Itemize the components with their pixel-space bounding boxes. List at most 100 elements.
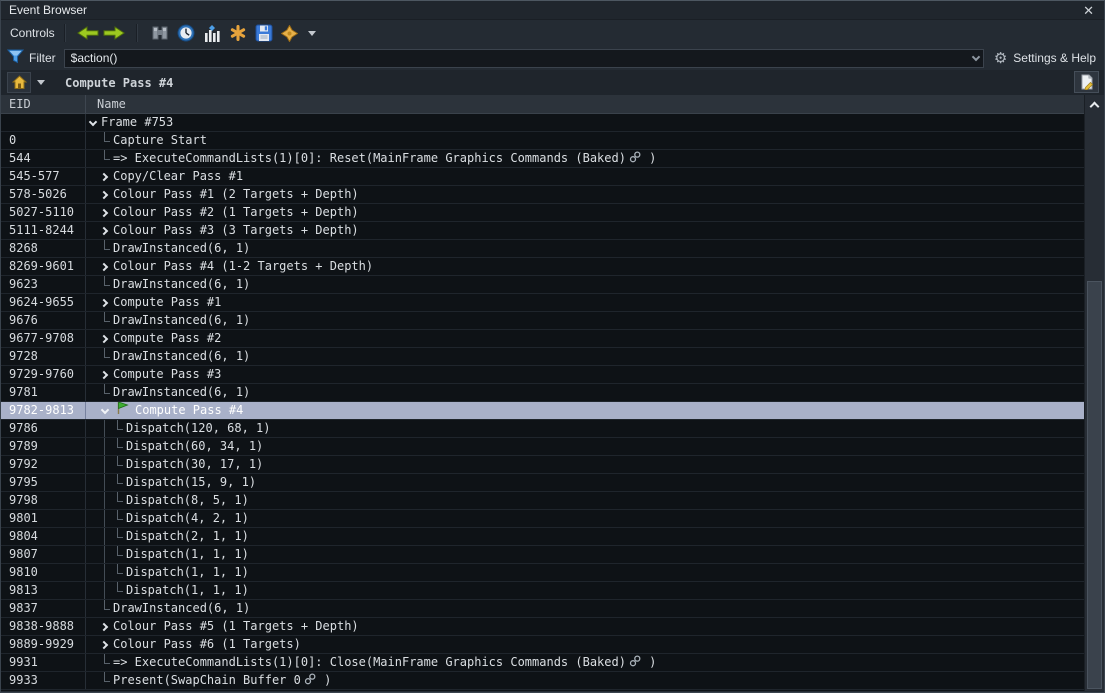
table-row[interactable]: 9781DrawInstanced(6, 1)	[1, 384, 1084, 402]
table-row[interactable]: 9837DrawInstanced(6, 1)	[1, 600, 1084, 618]
scrollbar-thumb[interactable]	[1087, 281, 1102, 689]
resource-link-icon[interactable]	[629, 151, 641, 168]
gear-icon[interactable]: ⚙	[994, 51, 1007, 66]
table-row[interactable]: 9889-9929Colour Pass #6 (1 Targets)	[1, 636, 1084, 654]
table-row[interactable]: 9804Dispatch(2, 1, 1)	[1, 528, 1084, 546]
edit-bookmarks-button[interactable]	[1074, 71, 1099, 93]
event-name-cell: Frame #753	[86, 114, 1084, 131]
vertical-scrollbar[interactable]	[1084, 95, 1104, 691]
table-row[interactable]: 9782-9813Compute Pass #4	[1, 402, 1084, 420]
collapse-chevron-icon[interactable]	[100, 208, 108, 216]
table-row[interactable]: Frame #753	[1, 114, 1084, 132]
indent-spacer	[86, 410, 100, 411]
back-arrow-icon[interactable]	[75, 22, 101, 44]
event-label: DrawInstanced(6, 1)	[113, 348, 250, 365]
table-row[interactable]: 9933Present(SwapChain Buffer 0 )	[1, 672, 1084, 690]
table-row[interactable]: 9807Dispatch(1, 1, 1)	[1, 546, 1084, 564]
table-row[interactable]: 8268DrawInstanced(6, 1)	[1, 240, 1084, 258]
extensions-icon[interactable]	[277, 22, 303, 44]
collapse-chevron-icon[interactable]	[100, 190, 108, 198]
table-row[interactable]: 9729-9760Compute Pass #3	[1, 366, 1084, 384]
collapse-chevron-icon[interactable]	[100, 262, 108, 270]
table-row[interactable]: 9792Dispatch(30, 17, 1)	[1, 456, 1084, 474]
table-row[interactable]: 9795Dispatch(15, 9, 1)	[1, 474, 1084, 492]
indent-spacer	[86, 284, 100, 285]
close-icon[interactable]: ✕	[1081, 4, 1096, 17]
table-row[interactable]: 9676DrawInstanced(6, 1)	[1, 312, 1084, 330]
table-row[interactable]: 0Capture Start	[1, 132, 1084, 150]
current-event-flag-icon	[113, 402, 135, 419]
table-row[interactable]: 5027-5110Colour Pass #2 (1 Targets + Dep…	[1, 204, 1084, 222]
forward-arrow-icon[interactable]	[101, 22, 127, 44]
find-icon[interactable]	[147, 22, 173, 44]
tree-branch-tick	[113, 546, 126, 563]
toolbar: Controls	[1, 20, 1104, 46]
eid-cell	[1, 114, 86, 131]
table-row[interactable]: 9624-9655Compute Pass #1	[1, 294, 1084, 312]
timing-icon[interactable]	[173, 22, 199, 44]
table-row[interactable]: 545-577Copy/Clear Pass #1	[1, 168, 1084, 186]
table-row[interactable]: 9677-9708Compute Pass #2	[1, 330, 1084, 348]
table-row[interactable]: 9931=> ExecuteCommandLists(1)[0]: Close(…	[1, 654, 1084, 672]
collapse-chevron-icon[interactable]	[100, 640, 108, 648]
home-icon[interactable]	[7, 72, 31, 93]
indent-spacer	[86, 140, 100, 141]
eid-cell: 545-577	[1, 168, 86, 185]
indent-spacer	[86, 212, 100, 213]
table-row[interactable]: 9838-9888 Colour Pass #5 (1 Targets + Dep…	[1, 618, 1084, 636]
table-row[interactable]: 9623DrawInstanced(6, 1)	[1, 276, 1084, 294]
column-header-eid[interactable]: EID	[1, 95, 86, 113]
indent-spacer	[86, 536, 100, 537]
collapse-chevron-icon[interactable]	[100, 172, 108, 180]
resource-link-icon[interactable]	[304, 673, 316, 690]
table-row[interactable]: 9801Dispatch(4, 2, 1)	[1, 510, 1084, 528]
breadcrumb-dropdown-icon[interactable]	[37, 80, 45, 85]
expand-chevron-icon[interactable]	[101, 405, 109, 413]
tree-branch-tick	[113, 510, 126, 527]
export-icon[interactable]	[251, 22, 277, 44]
tree-branch-tick	[113, 564, 126, 581]
settings-help-label[interactable]: Settings & Help	[1013, 51, 1096, 65]
table-row[interactable]: 9786Dispatch(120, 68, 1)	[1, 420, 1084, 438]
filter-dropdown-chevron-icon[interactable]	[972, 52, 980, 60]
table-row[interactable]: 8269-9601Colour Pass #4 (1-2 Targets + D…	[1, 258, 1084, 276]
tree-guide	[100, 492, 113, 509]
eid-cell: 8268	[1, 240, 86, 257]
eid-cell: 9676	[1, 312, 86, 329]
filter-combobox[interactable]	[64, 49, 984, 68]
scrollbar-up-icon[interactable]	[1085, 95, 1104, 113]
table-row[interactable]: 578-5026Colour Pass #1 (2 Targets + Dept…	[1, 186, 1084, 204]
event-label: Colour Pass #5 (1 Targets + Depth)	[113, 618, 359, 635]
event-label: => ExecuteCommandLists(1)[0]: Reset(Main…	[113, 150, 626, 167]
event-label: Colour Pass #4 (1-2 Targets + Depth)	[113, 258, 373, 275]
table-row[interactable]: 544=> ExecuteCommandLists(1)[0]: Reset(M…	[1, 150, 1084, 168]
event-name-cell: DrawInstanced(6, 1)	[86, 348, 1084, 365]
tree-branch-tick	[113, 474, 126, 491]
expand-chevron-icon[interactable]	[89, 117, 97, 125]
table-row[interactable]: 9810Dispatch(1, 1, 1)	[1, 564, 1084, 582]
event-name-cell: Compute Pass #4	[86, 402, 1084, 419]
collapse-chevron-icon[interactable]	[100, 298, 108, 306]
table-row[interactable]: 9798Dispatch(8, 5, 1)	[1, 492, 1084, 510]
collapse-chevron-icon[interactable]	[100, 334, 108, 342]
collapse-chevron-icon[interactable]	[100, 370, 108, 378]
indent-spacer	[86, 248, 100, 249]
eid-cell: 9798	[1, 492, 86, 509]
resource-link-icon[interactable]	[629, 655, 641, 672]
stats-icon[interactable]	[199, 22, 225, 44]
bookmark-icon[interactable]	[225, 22, 251, 44]
breadcrumb[interactable]: Compute Pass #4	[65, 76, 173, 90]
extensions-dropdown-icon[interactable]	[308, 31, 316, 36]
eid-cell: 9838-9888	[1, 618, 86, 635]
collapse-chevron-icon[interactable]	[100, 226, 108, 234]
tree-guide	[100, 582, 113, 599]
table-row[interactable]: 9789Dispatch(60, 34, 1)	[1, 438, 1084, 456]
tree-branch-tick	[100, 672, 113, 689]
tree-guide	[100, 420, 113, 437]
table-row[interactable]: 9813Dispatch(1, 1, 1)	[1, 582, 1084, 600]
table-row[interactable]: 9728DrawInstanced(6, 1)	[1, 348, 1084, 366]
collapse-chevron-icon[interactable]	[100, 622, 108, 630]
filter-input[interactable]	[71, 51, 973, 65]
table-row[interactable]: 5111-8244Colour Pass #3 (3 Targets + Dep…	[1, 222, 1084, 240]
column-header-name[interactable]: Name	[86, 95, 1084, 113]
